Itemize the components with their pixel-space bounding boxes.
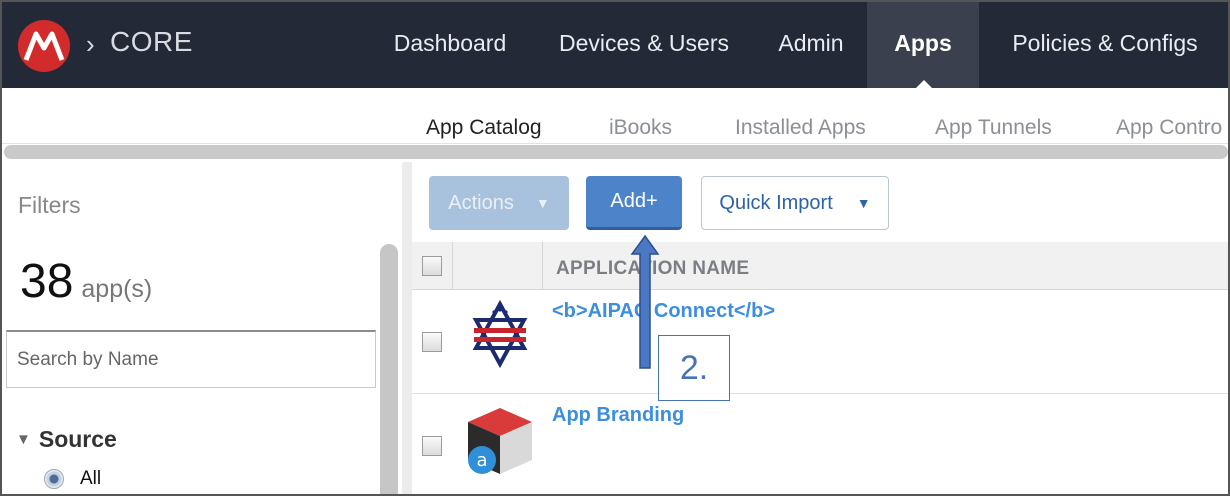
table-row[interactable]: a App Branding	[412, 394, 1228, 494]
tab-app-control[interactable]: App Contro	[1116, 116, 1222, 140]
add-button[interactable]: Add+	[586, 176, 682, 230]
chevron-down-icon[interactable]: ▼	[857, 195, 871, 211]
row-checkbox[interactable]	[422, 436, 442, 456]
horizontal-scrollbar[interactable]	[4, 145, 1228, 159]
top-nav-bar: › CORE Dashboard Devices & Users Admin A…	[2, 2, 1228, 89]
source-option-all[interactable]: All	[44, 468, 101, 490]
select-all-checkbox[interactable]	[422, 256, 442, 276]
filters-sidebar: Filters 38app(s) ▼ Source All	[2, 162, 402, 494]
star-of-david-flag-icon	[464, 298, 536, 375]
sub-nav-bar: App Catalog iBooks Installed Apps App Tu…	[2, 88, 1228, 144]
app-name-link[interactable]: App Branding	[552, 404, 684, 427]
collapse-triangle-icon[interactable]: ▼	[16, 431, 31, 448]
row-checkbox[interactable]	[422, 332, 442, 352]
breadcrumb-chevron-icon: ›	[86, 29, 95, 59]
nav-devices-users[interactable]: Devices & Users	[540, 2, 748, 88]
source-option-all-label: All	[80, 468, 102, 489]
tab-installed-apps[interactable]: Installed Apps	[735, 116, 866, 140]
column-divider	[542, 242, 543, 290]
svg-text:a: a	[476, 450, 487, 471]
app-count-unit: app(s)	[81, 275, 153, 303]
app-window: › CORE Dashboard Devices & Users Admin A…	[0, 0, 1230, 496]
tab-app-tunnels[interactable]: App Tunnels	[935, 116, 1052, 140]
column-divider	[452, 242, 453, 290]
app-name-link[interactable]: <b>AIPAC Connect</b>	[552, 300, 775, 323]
app-count-number: 38	[20, 255, 74, 308]
table-header	[412, 242, 1228, 290]
actions-button-label: Actions	[448, 191, 514, 214]
filters-title: Filters	[18, 192, 81, 218]
source-label: Source	[38, 426, 117, 452]
brand-title[interactable]: CORE	[110, 26, 193, 58]
chevron-down-icon: ▼	[535, 195, 550, 211]
app-count: 38 app(s)	[20, 254, 152, 309]
annotation-step-label: 2.	[658, 335, 730, 401]
panel-divider[interactable]	[402, 162, 412, 494]
quick-import-label: Quick Import	[719, 191, 833, 214]
actions-button[interactable]: Actions ▼	[429, 176, 569, 230]
nav-admin[interactable]: Admin	[764, 2, 858, 88]
quick-import-button[interactable]: Quick Import ▼	[701, 176, 889, 230]
source-filter-header[interactable]: ▼ Source	[16, 426, 117, 453]
red-cube-a-icon: a	[464, 404, 536, 481]
tab-app-catalog[interactable]: App Catalog	[426, 116, 542, 140]
app-catalog-panel: Actions ▼ Add+ Quick Import ▼ APPLICATIO…	[412, 162, 1228, 494]
tab-ibooks[interactable]: iBooks	[609, 116, 672, 140]
nav-policies-configs[interactable]: Policies & Configs	[990, 2, 1220, 88]
sidebar-vertical-scrollbar[interactable]	[380, 244, 398, 494]
nav-apps[interactable]: Apps	[867, 2, 979, 88]
radio-selected-icon[interactable]	[44, 469, 64, 489]
table-row[interactable]: <b>AIPAC Connect</b>	[412, 290, 1228, 394]
search-by-name-input[interactable]	[6, 330, 376, 388]
mobileiron-logo-icon[interactable]	[18, 20, 70, 72]
nav-dashboard[interactable]: Dashboard	[378, 2, 522, 88]
up-arrow-annotation-icon	[630, 234, 660, 369]
